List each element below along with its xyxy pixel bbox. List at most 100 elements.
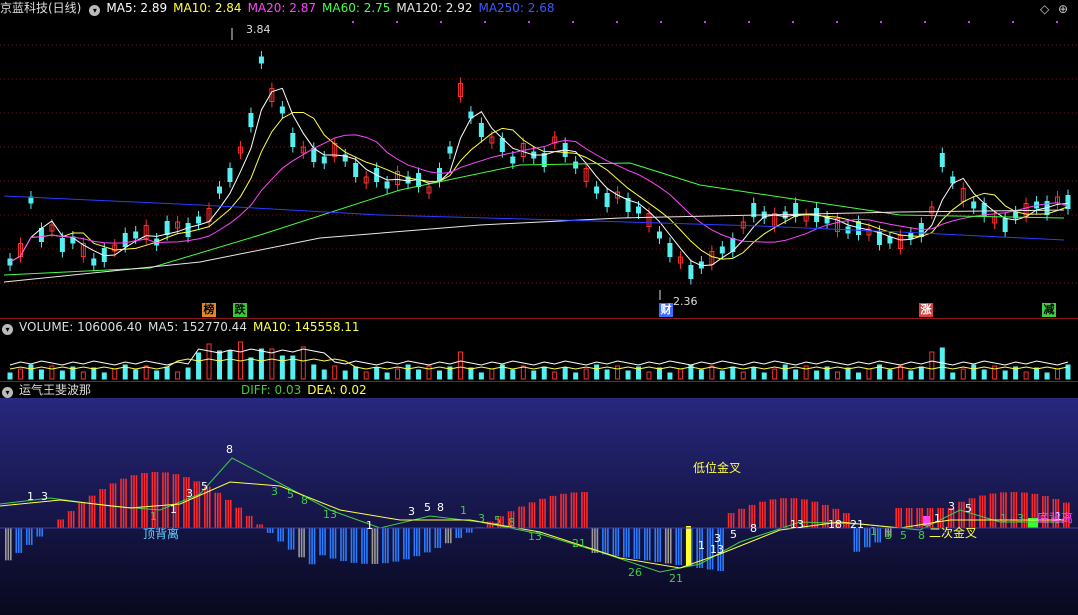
macd-bar bbox=[774, 499, 777, 528]
macd-bar bbox=[248, 515, 251, 528]
macd-bar bbox=[785, 498, 787, 528]
volume-bar bbox=[772, 368, 778, 380]
fib-count-label: 8 bbox=[301, 494, 308, 507]
macd-bar bbox=[984, 495, 986, 528]
volume-bar bbox=[363, 371, 369, 380]
macd-bar bbox=[554, 495, 557, 528]
fib-count-label: 3 bbox=[271, 485, 278, 498]
diff-label: DIFF: 0.03 bbox=[241, 383, 302, 397]
fib-count-label: 1 bbox=[150, 510, 157, 523]
macd-bar bbox=[992, 493, 994, 528]
indicator-header: ▾ 运气王斐波那 DIFF: 0.03 DEA: 0.02 bbox=[0, 382, 1078, 398]
volume-bar bbox=[353, 366, 359, 380]
macd-bar bbox=[607, 528, 609, 555]
macd-bar bbox=[806, 499, 808, 528]
volume-bar bbox=[1023, 371, 1029, 380]
candle-body bbox=[499, 138, 505, 152]
macd-bar bbox=[612, 528, 615, 556]
volume-chart-pane[interactable]: ▾ VOLUME: 106006.40 MA5: 152770.44 MA10: 14… bbox=[0, 319, 1078, 382]
macd-bar bbox=[761, 501, 764, 528]
macd-bar bbox=[57, 519, 59, 528]
volume-bar bbox=[436, 370, 442, 380]
macd-bar bbox=[654, 528, 657, 562]
macd-bar bbox=[376, 528, 379, 564]
ma120-line bbox=[3, 209, 1065, 283]
volume-bar bbox=[803, 365, 809, 380]
macd-bar bbox=[811, 501, 814, 528]
volume-bar bbox=[677, 368, 683, 380]
volume-bar bbox=[1055, 368, 1061, 380]
candle-body bbox=[164, 221, 170, 235]
macd-bar bbox=[489, 521, 491, 528]
volume-bar bbox=[38, 369, 44, 380]
fib-count-label: 13 bbox=[790, 518, 804, 531]
candle-body bbox=[719, 246, 725, 254]
signal-dot bbox=[440, 21, 442, 23]
event-tag-zhang[interactable]: 涨 bbox=[919, 303, 933, 317]
macd-bar bbox=[279, 528, 282, 542]
macd-bar bbox=[648, 528, 651, 561]
macd-bar bbox=[114, 483, 117, 528]
macd-bar bbox=[41, 528, 44, 537]
price-chart-pane[interactable]: 京蓝科技(日线) ▾ MA5: 2.89 MA10: 2.84 MA20: 2.87 MA… bbox=[0, 0, 1078, 319]
macd-bar bbox=[562, 493, 565, 528]
candle-body bbox=[185, 223, 191, 237]
macd-bar bbox=[164, 472, 167, 528]
macd-bar bbox=[816, 501, 819, 528]
fib-count-label: 1 bbox=[366, 519, 373, 532]
event-tag-cai[interactable]: 财 bbox=[659, 303, 673, 317]
macd-bar bbox=[539, 498, 541, 528]
macd-bar bbox=[659, 528, 662, 562]
volume-bar bbox=[405, 364, 411, 380]
collapse-icon[interactable]: ▾ bbox=[2, 387, 13, 398]
macd-bar bbox=[518, 506, 520, 528]
volume-bar bbox=[1002, 370, 1008, 380]
macd-bar bbox=[374, 528, 376, 564]
macd-bar bbox=[740, 508, 743, 528]
fib-count-label: 8 bbox=[918, 529, 925, 542]
volume-bar bbox=[258, 348, 264, 380]
candle-body bbox=[667, 243, 673, 257]
macd-bar bbox=[675, 528, 678, 565]
volume-value: VOLUME: 106006.40 bbox=[19, 320, 142, 334]
event-tag-jian[interactable]: 减 bbox=[1042, 303, 1056, 317]
macd-bar bbox=[240, 507, 243, 528]
indicator-pane[interactable]: ▾ 运气王斐波那 DIFF: 0.03 DEA: 0.02 1 3 8 5 3 1 1 3 5 8 13 1… bbox=[0, 382, 1078, 615]
macd-bar bbox=[664, 528, 667, 564]
macd-bar bbox=[843, 513, 845, 528]
volume-bar bbox=[719, 370, 725, 380]
macd-bar bbox=[638, 528, 641, 559]
macd-bar bbox=[552, 495, 554, 528]
macd-bar bbox=[436, 528, 439, 549]
event-tag-die[interactable]: 跌 bbox=[233, 303, 247, 317]
signal-dot bbox=[924, 21, 926, 23]
macd-bar bbox=[363, 528, 366, 564]
candle-body bbox=[311, 148, 317, 162]
macd-bar bbox=[395, 528, 397, 562]
volume-bar bbox=[782, 364, 788, 380]
macd-bar bbox=[290, 528, 292, 550]
macd-bar bbox=[261, 524, 264, 528]
volume-header: ▾ VOLUME: 106006.40 MA5: 152770.44 MA10: 14… bbox=[0, 319, 366, 335]
macd-bar bbox=[7, 528, 10, 561]
collapse-icon[interactable]: ▾ bbox=[89, 5, 101, 16]
candle-body bbox=[38, 228, 44, 242]
volume-bar bbox=[510, 369, 516, 380]
macd-bar bbox=[25, 528, 28, 545]
collapse-icon[interactable]: ▾ bbox=[2, 324, 13, 335]
macd-bar bbox=[979, 495, 981, 528]
macd-bar bbox=[981, 495, 984, 528]
fib-count-label: 8 bbox=[437, 501, 444, 514]
macd-bar bbox=[342, 528, 345, 562]
event-tag-bang[interactable]: 榜 bbox=[202, 303, 216, 317]
macd-bar bbox=[617, 528, 620, 556]
macd-bar bbox=[1026, 492, 1028, 528]
volume-bar bbox=[929, 351, 935, 380]
volume-bar bbox=[960, 368, 966, 380]
volume-bar bbox=[426, 365, 432, 380]
candle-body bbox=[279, 106, 285, 114]
macd-bar bbox=[905, 508, 908, 528]
candle-body bbox=[478, 123, 484, 137]
macd-bar bbox=[573, 492, 575, 528]
candle-body bbox=[290, 133, 296, 147]
